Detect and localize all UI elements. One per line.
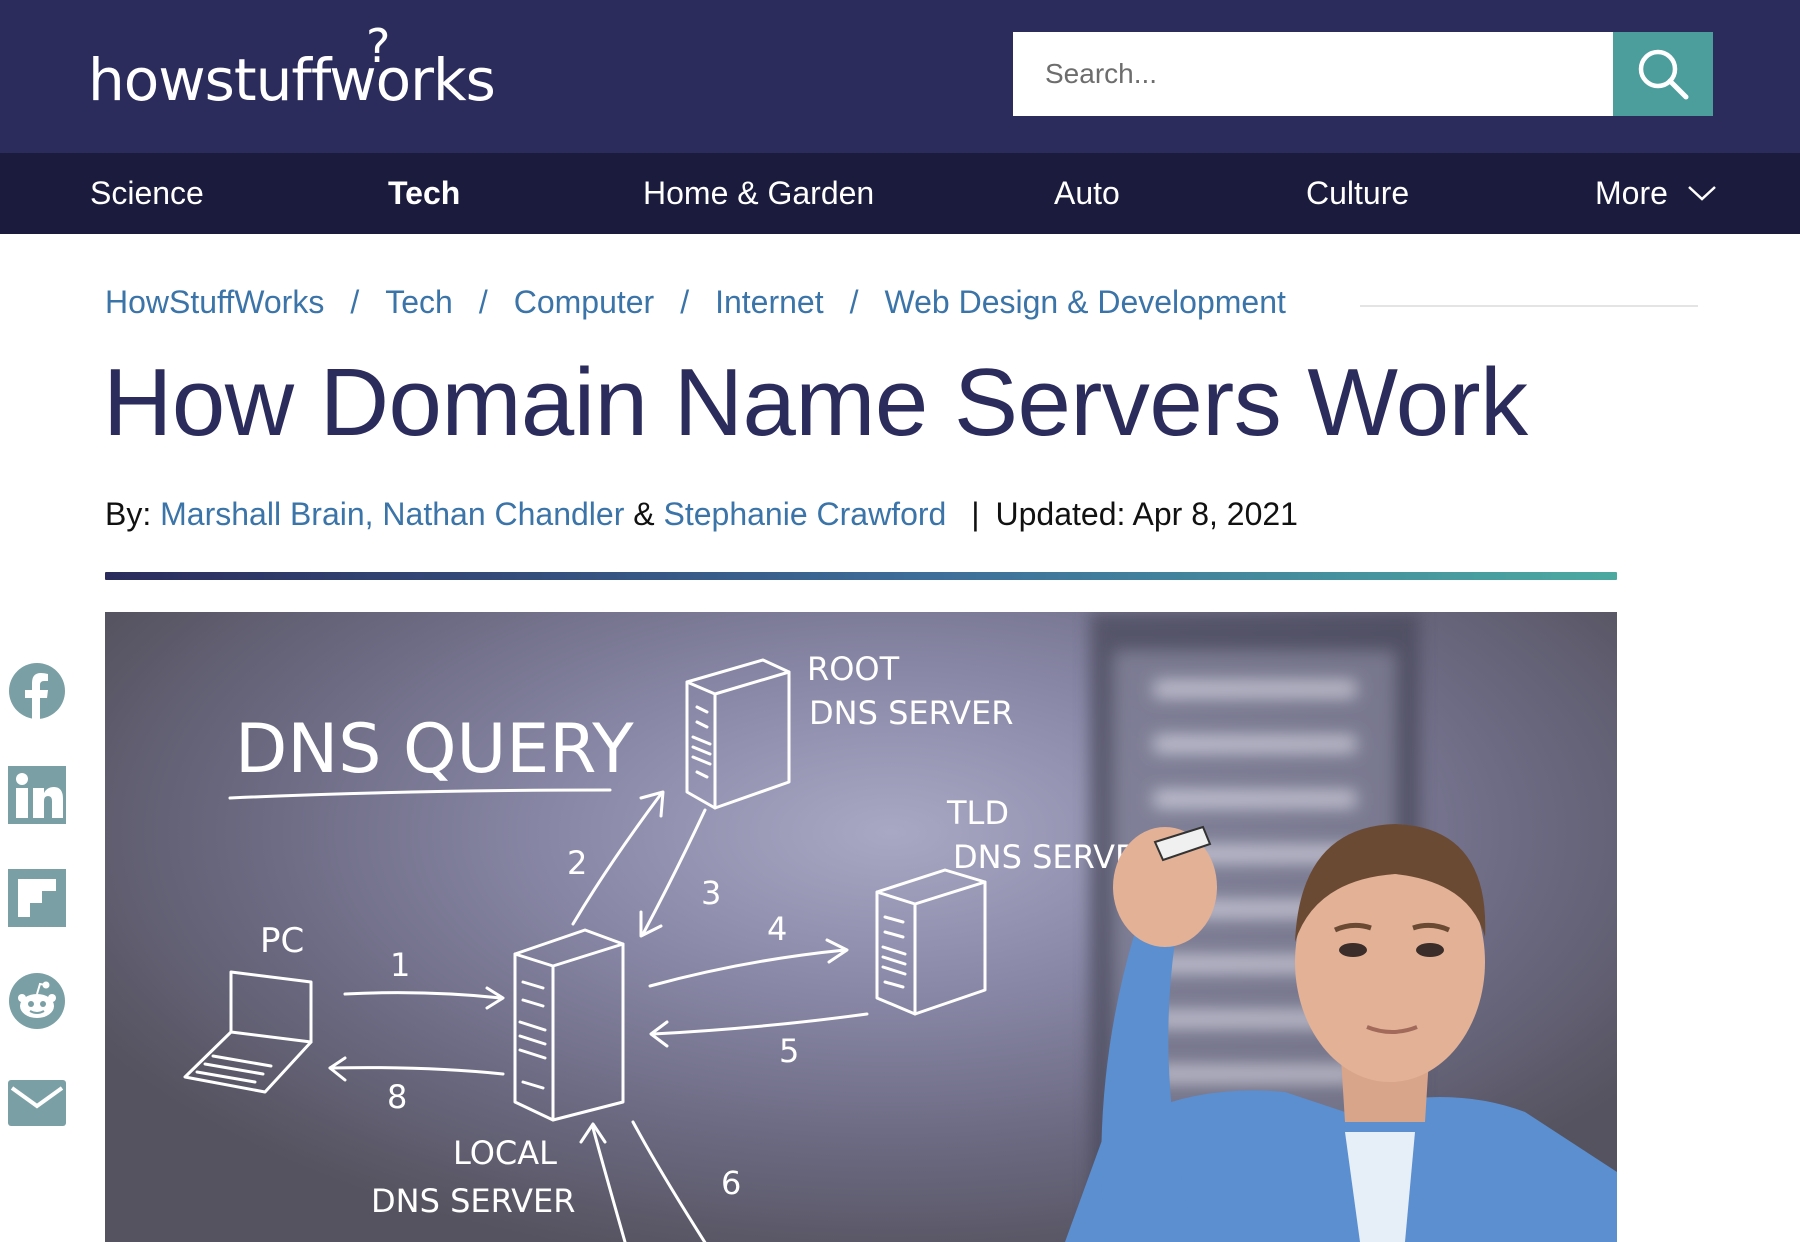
author-link-crawford[interactable]: Stephanie Crawford bbox=[663, 496, 946, 532]
breadcrumb-divider bbox=[1360, 305, 1698, 307]
updated-date: Updated: Apr 8, 2021 bbox=[995, 496, 1298, 532]
search-input[interactable] bbox=[1013, 32, 1613, 116]
breadcrumb-web-design-development[interactable]: Web Design & Development bbox=[885, 284, 1286, 320]
linkedin-icon[interactable] bbox=[8, 766, 66, 824]
pc-label: PC bbox=[260, 921, 304, 961]
logo-text: howstuffworks bbox=[88, 46, 496, 114]
byline-prefix: By: bbox=[105, 496, 152, 532]
byline: By: Marshall Brain, Nathan Chandler & St… bbox=[105, 496, 1298, 533]
breadcrumb-computer[interactable]: Computer bbox=[514, 284, 655, 320]
main-nav: Science Tech Home & Garden Auto Culture … bbox=[0, 153, 1800, 234]
root-server-drawing bbox=[685, 658, 791, 810]
logo-question-mark-icon: ? bbox=[366, 19, 390, 73]
step-number: 5 bbox=[779, 1032, 799, 1070]
breadcrumb-tech[interactable]: Tech bbox=[385, 284, 453, 320]
step-number: 6 bbox=[721, 1164, 741, 1202]
gradient-divider bbox=[105, 572, 1617, 580]
man-writing-illustration bbox=[1065, 824, 1617, 1242]
breadcrumb-separator: / bbox=[849, 284, 859, 320]
local-label-line2: DNS SERVER bbox=[371, 1182, 575, 1220]
step-number: 2 bbox=[567, 844, 587, 882]
nav-item-more[interactable]: More bbox=[1595, 153, 1668, 234]
hero-image: DNS QUERY ROOT DNS SERVER TLD DNS SERVER… bbox=[105, 612, 1617, 1242]
dns-query-diagram: DNS QUERY ROOT DNS SERVER TLD DNS SERVER… bbox=[183, 612, 1617, 1242]
breadcrumb-howstuffworks[interactable]: HowStuffWorks bbox=[105, 284, 324, 320]
author-link-brain-chandler[interactable]: Marshall Brain, Nathan Chandler bbox=[160, 496, 624, 532]
byline-separator: | bbox=[971, 496, 980, 532]
diagram-labels: DNS QUERY ROOT DNS SERVER TLD DNS SERVER… bbox=[235, 650, 1157, 1220]
breadcrumb: HowStuffWorks / Tech / Computer / Internet / Web… bbox=[105, 284, 1286, 328]
breadcrumb-separator: / bbox=[478, 284, 488, 320]
nav-item-science[interactable]: Science bbox=[90, 153, 204, 234]
breadcrumb-separator: / bbox=[350, 284, 360, 320]
step-number: 3 bbox=[701, 874, 721, 912]
step-number: 8 bbox=[387, 1078, 407, 1116]
reddit-icon[interactable] bbox=[8, 972, 66, 1030]
pc-laptop-drawing bbox=[183, 970, 313, 1094]
facebook-icon[interactable] bbox=[8, 662, 66, 720]
nav-item-culture[interactable]: Culture bbox=[1306, 153, 1409, 234]
tld-label-line1: TLD bbox=[946, 794, 1009, 832]
email-icon[interactable] bbox=[8, 1074, 66, 1132]
tld-server-drawing bbox=[875, 868, 987, 1016]
page-title: How Domain Name Servers Work bbox=[103, 349, 1528, 456]
nav-item-home-garden[interactable]: Home & Garden bbox=[643, 153, 874, 234]
step-number: 1 bbox=[390, 946, 410, 984]
root-label-line2: DNS SERVER bbox=[809, 694, 1013, 732]
search-button[interactable] bbox=[1613, 32, 1713, 116]
local-server-drawing bbox=[513, 928, 625, 1122]
breadcrumb-internet[interactable]: Internet bbox=[715, 284, 824, 320]
chevron-down-icon bbox=[1688, 186, 1716, 201]
breadcrumb-separator: / bbox=[680, 284, 690, 320]
site-header: howstuffworks ? bbox=[0, 0, 1800, 153]
nav-item-auto[interactable]: Auto bbox=[1054, 153, 1120, 234]
flipboard-icon[interactable] bbox=[8, 869, 66, 927]
query-arrows bbox=[328, 790, 869, 1242]
search-icon bbox=[1638, 49, 1689, 100]
byline-ampersand: & bbox=[633, 496, 655, 532]
dns-query-heading: DNS QUERY bbox=[235, 710, 634, 789]
site-logo[interactable]: howstuffworks ? bbox=[88, 19, 496, 130]
local-label-line1: LOCAL bbox=[453, 1134, 557, 1172]
nav-more-label: More bbox=[1595, 175, 1668, 211]
step-number: 4 bbox=[767, 910, 787, 948]
heading-underline bbox=[228, 788, 612, 800]
search-box bbox=[1013, 32, 1613, 116]
nav-item-tech[interactable]: Tech bbox=[388, 153, 460, 234]
root-label-line1: ROOT bbox=[807, 650, 900, 688]
